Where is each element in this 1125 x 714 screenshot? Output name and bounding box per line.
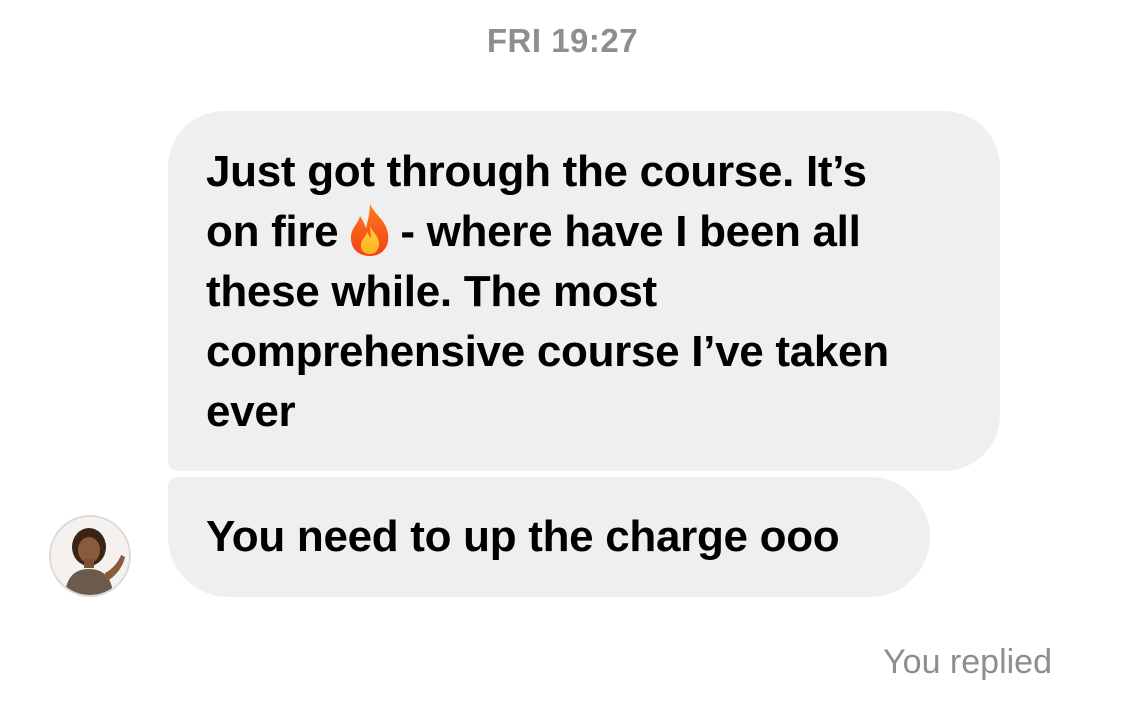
message-line: comprehensive course I’ve taken bbox=[206, 327, 889, 376]
message-line-with-emoji: on fire - where have I been all bbox=[206, 202, 960, 262]
message-line: ever bbox=[206, 387, 296, 436]
message-timestamp: FRI 19:27 bbox=[486, 22, 639, 59]
message-fragment: - where have I been all bbox=[400, 207, 861, 256]
message-bubble[interactable]: Just got through the course. It’s on fir… bbox=[168, 111, 1000, 471]
reply-status: You replied bbox=[883, 643, 1052, 681]
message-line: these while. The most bbox=[206, 267, 657, 316]
message-fragment: on fire bbox=[206, 207, 339, 256]
avatar[interactable] bbox=[49, 515, 131, 597]
message-text: You need to up the charge ooo bbox=[206, 512, 840, 561]
message-bubble[interactable]: You need to up the charge ooo bbox=[168, 477, 930, 597]
message-line: Just got through the course. It’s bbox=[206, 147, 867, 196]
fire-icon bbox=[346, 202, 394, 258]
